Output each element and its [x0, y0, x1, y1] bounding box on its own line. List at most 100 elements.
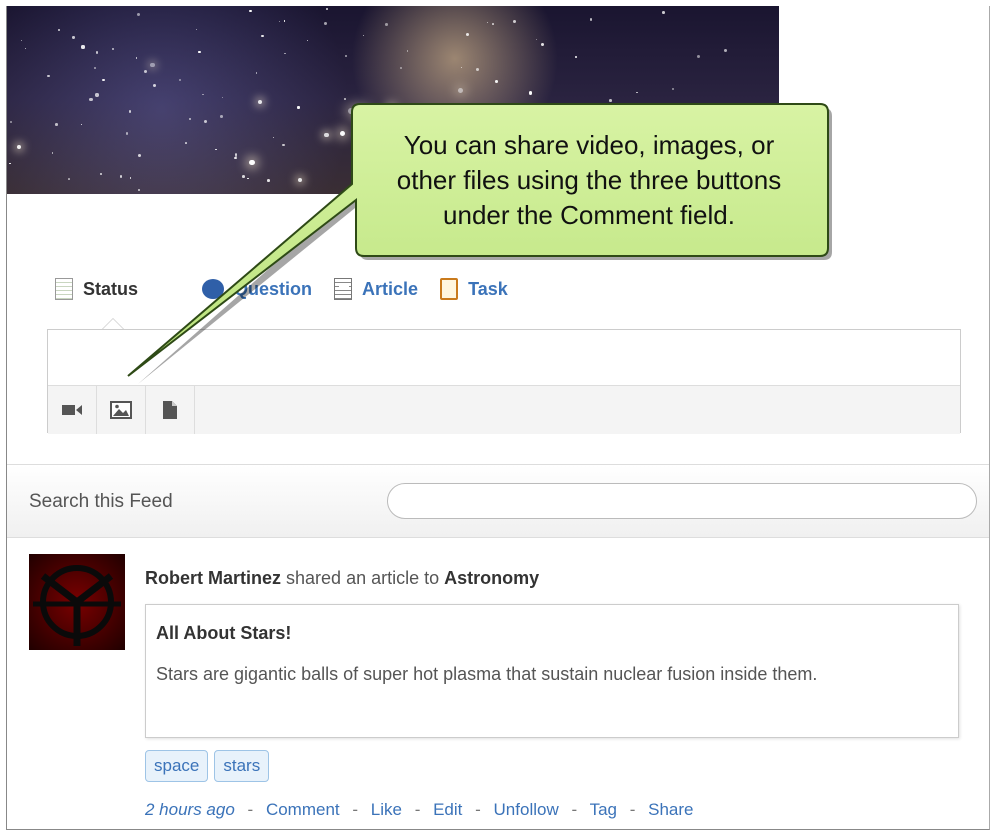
post-headline: Robert Martinez shared an article to Ast…: [145, 568, 539, 589]
star-decoration: [249, 160, 255, 166]
star-decoration: [129, 177, 132, 179]
star-decoration: [219, 114, 223, 118]
star-decoration: [324, 132, 329, 137]
star-decoration: [222, 96, 224, 98]
separator: -: [414, 800, 421, 819]
star-decoration: [460, 66, 463, 69]
article-card[interactable]: All About Stars! Stars are gigantic ball…: [145, 604, 959, 738]
question-icon: [202, 279, 225, 299]
star-decoration: [144, 70, 148, 74]
star-decoration: [9, 121, 12, 124]
star-decoration: [246, 177, 249, 180]
star-decoration: [68, 178, 71, 181]
star-decoration: [150, 62, 155, 67]
star-decoration: [9, 162, 11, 164]
share-image-button[interactable]: [97, 386, 146, 434]
search-input[interactable]: [387, 483, 977, 519]
star-decoration: [513, 20, 517, 24]
tab-article[interactable]: Article: [334, 278, 418, 300]
tag-stars[interactable]: stars: [214, 750, 270, 782]
star-decoration: [528, 91, 533, 95]
star-decoration: [267, 179, 270, 182]
star-decoration: [95, 51, 99, 54]
post-timestamp[interactable]: 2 hours ago: [145, 800, 235, 819]
tag-space[interactable]: space: [145, 750, 209, 782]
share-link[interactable]: Share: [648, 800, 693, 819]
star-decoration: [188, 118, 191, 121]
star-decoration: [540, 43, 544, 47]
share-file-button[interactable]: [146, 386, 195, 434]
star-decoration: [55, 123, 58, 126]
star-decoration: [257, 99, 263, 105]
feed-search-bar: Search this Feed: [7, 464, 989, 538]
star-decoration: [465, 32, 469, 37]
star-decoration: [340, 130, 346, 136]
separator: -: [247, 800, 254, 819]
unfollow-link[interactable]: Unfollow: [494, 800, 559, 819]
star-decoration: [678, 115, 681, 118]
star-decoration: [324, 22, 328, 26]
star-decoration: [197, 50, 201, 54]
star-decoration: [297, 177, 303, 183]
star-decoration: [272, 136, 275, 139]
star-decoration: [284, 52, 286, 54]
avatar[interactable]: [29, 554, 125, 650]
edit-link[interactable]: Edit: [433, 800, 462, 819]
star-decoration: [399, 67, 402, 70]
star-decoration: [407, 50, 409, 52]
star-decoration: [135, 57, 138, 59]
article-title[interactable]: All About Stars!: [156, 623, 291, 644]
star-decoration: [723, 48, 727, 52]
star-decoration: [458, 88, 464, 94]
star-decoration: [203, 120, 207, 124]
tab-question-label: Question: [234, 278, 313, 299]
tab-status-label: Status: [83, 278, 139, 299]
star-decoration: [137, 154, 141, 158]
star-decoration: [58, 29, 61, 32]
star-decoration: [51, 152, 54, 154]
star-decoration: [125, 131, 129, 135]
star-decoration: [662, 11, 666, 15]
star-decoration: [185, 142, 188, 145]
star-decoration: [672, 88, 675, 91]
tab-task[interactable]: Task: [440, 278, 508, 300]
star-decoration: [697, 55, 701, 59]
separator: -: [475, 800, 481, 819]
tab-article-label: Article: [362, 278, 419, 299]
star-decoration: [536, 38, 538, 41]
post-group-link[interactable]: Astronomy: [444, 568, 539, 588]
tab-status[interactable]: Status: [55, 278, 138, 300]
star-decoration: [46, 74, 50, 78]
star-decoration: [256, 72, 258, 74]
star-decoration: [385, 23, 388, 26]
star-decoration: [119, 175, 123, 178]
comment-field[interactable]: [48, 330, 960, 385]
star-decoration: [408, 111, 411, 114]
star-decoration: [683, 115, 685, 117]
like-link[interactable]: Like: [371, 800, 402, 819]
star-decoration: [138, 189, 140, 191]
post-author-link[interactable]: Robert Martinez: [145, 568, 281, 588]
star-decoration: [326, 7, 329, 10]
star-decoration: [769, 124, 772, 127]
star-decoration: [249, 10, 252, 13]
star-decoration: [756, 109, 758, 111]
star-decoration: [242, 174, 246, 178]
comment-composer: [47, 329, 961, 434]
image-icon: [110, 401, 132, 419]
star-decoration: [20, 39, 22, 41]
tag-link[interactable]: Tag: [590, 800, 617, 819]
star-decoration: [16, 144, 22, 150]
star-decoration: [574, 55, 578, 59]
star-decoration: [344, 98, 347, 100]
separator: -: [629, 800, 636, 819]
star-decoration: [80, 124, 82, 126]
star-decoration: [195, 28, 197, 30]
article-body: Stars are gigantic balls of super hot pl…: [156, 664, 818, 684]
tab-question[interactable]: Question: [202, 278, 312, 300]
post-meta: 2 hours ago - Comment - Like - Edit - Un…: [145, 800, 694, 820]
star-decoration: [261, 34, 264, 37]
share-video-button[interactable]: [48, 386, 97, 434]
star-decoration: [215, 148, 217, 150]
comment-link[interactable]: Comment: [266, 800, 340, 819]
